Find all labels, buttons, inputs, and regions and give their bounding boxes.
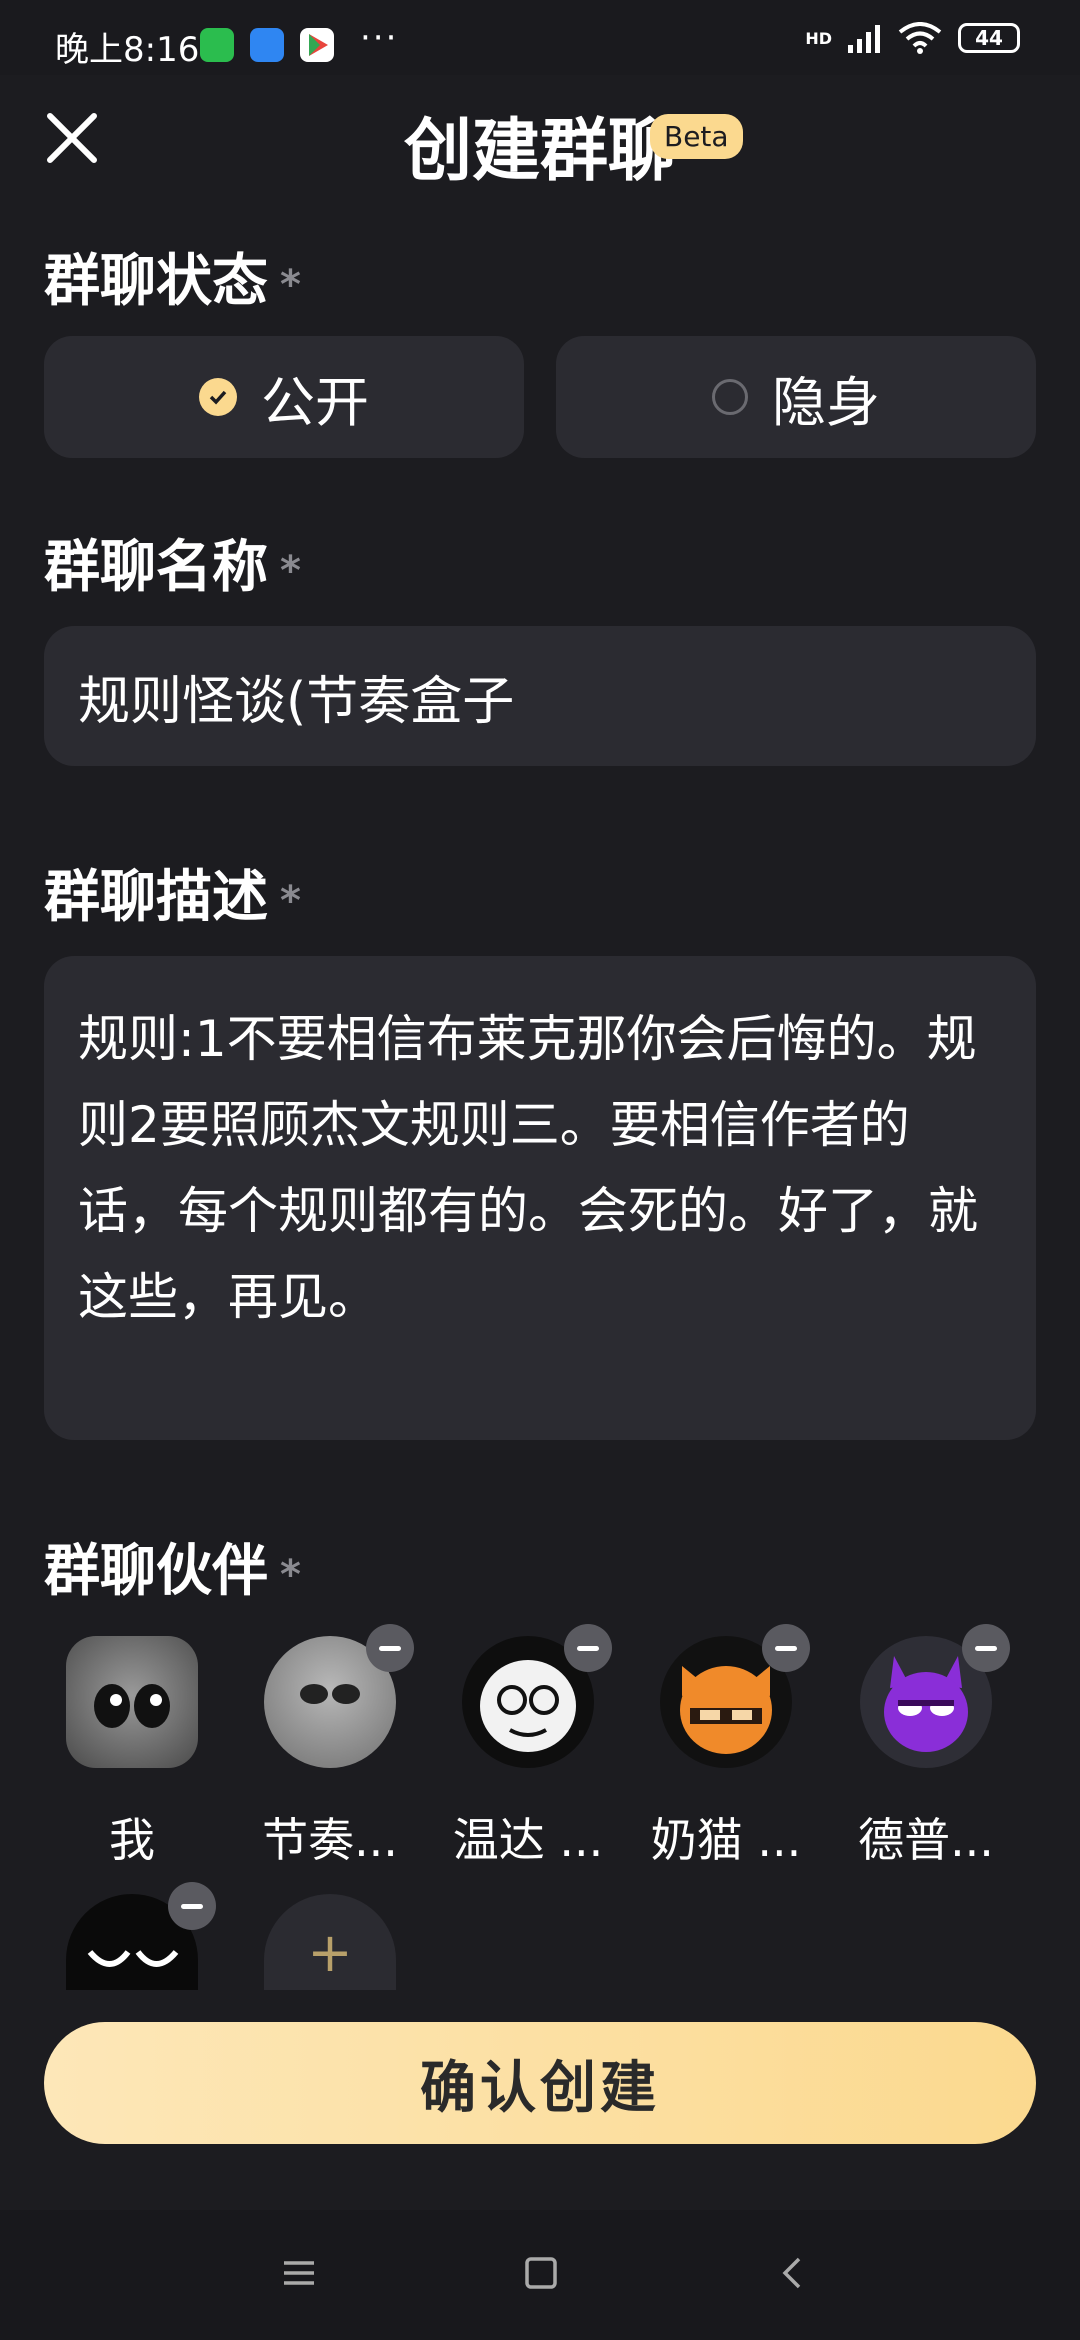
required-mark: *	[280, 877, 301, 924]
partner-item[interactable]: 德普...	[846, 1624, 1010, 1870]
status-option-label: 公开	[261, 370, 369, 434]
group-description-input[interactable]: 规则:1不要相信布莱克那你会后悔的。规则2要照顾杰文规则三。要相信作者的话，每个…	[44, 956, 1036, 1440]
name-section-label: 群聊名称 *	[44, 522, 301, 603]
remove-partner-button[interactable]	[564, 1624, 612, 1672]
partner-item[interactable]	[52, 1882, 216, 1990]
partner-item[interactable]: 温达 ...	[448, 1624, 612, 1870]
play-store-icon	[300, 28, 334, 62]
partner-name: 我	[109, 1813, 155, 1867]
minus-icon	[975, 1645, 997, 1651]
status-indicators: HD 44	[805, 22, 1020, 54]
remove-partner-button[interactable]	[366, 1624, 414, 1672]
add-partner-button[interactable]: +	[264, 1894, 396, 1990]
partner-item[interactable]: 节奏...	[250, 1624, 414, 1870]
app-icon	[250, 28, 284, 62]
required-mark: *	[280, 261, 301, 308]
menu-button[interactable]	[282, 2256, 316, 2294]
remove-partner-button[interactable]	[762, 1624, 810, 1672]
minus-icon	[181, 1903, 203, 1909]
partner-item[interactable]: 我	[52, 1636, 212, 1870]
group-name-input[interactable]: 规则怪谈(节奏盒子	[44, 626, 1036, 766]
partner-name: 节奏...	[262, 1813, 398, 1867]
partners-label-text: 群聊伙伴	[44, 1539, 268, 1604]
status-option-label: 隐身	[772, 370, 880, 434]
avatar	[264, 1624, 414, 1768]
home-icon	[525, 2257, 557, 2289]
required-mark: *	[280, 1551, 301, 1598]
remove-partner-button[interactable]	[168, 1882, 216, 1930]
back-button[interactable]	[776, 2256, 810, 2294]
avatar	[66, 1882, 216, 1990]
status-section-label: 群聊状态 *	[44, 236, 301, 317]
status-option-public[interactable]: 公开	[44, 336, 524, 458]
battery-indicator: 44	[958, 23, 1020, 53]
beta-badge: Beta	[650, 114, 743, 159]
network-type: HD	[805, 28, 832, 48]
avatar	[660, 1624, 810, 1768]
name-label-text: 群聊名称	[44, 535, 268, 600]
home-button[interactable]	[524, 2256, 558, 2294]
desc-label-text: 群聊描述	[44, 865, 268, 930]
plus-icon: +	[307, 1920, 353, 1984]
partner-name: 奶猫 ...	[650, 1813, 802, 1867]
confirm-create-button[interactable]: 确认创建	[44, 2022, 1036, 2144]
avatar	[860, 1624, 1010, 1768]
desc-section-label: 群聊描述 *	[44, 852, 301, 933]
wifi-icon	[898, 22, 942, 54]
minus-icon	[775, 1645, 797, 1651]
status-more: ···	[360, 18, 399, 58]
remove-partner-button[interactable]	[962, 1624, 1010, 1672]
partners-section-label: 群聊伙伴 *	[44, 1526, 301, 1607]
check-icon	[199, 378, 237, 416]
partner-item[interactable]: 奶猫 ...	[646, 1624, 810, 1870]
required-mark: *	[280, 547, 301, 594]
back-icon	[782, 2257, 801, 2289]
status-time: 晚上8:16	[55, 30, 200, 70]
avatar	[462, 1624, 612, 1768]
menu-icon	[284, 2261, 314, 2285]
partner-name: 温达 ...	[452, 1813, 604, 1867]
status-option-invisible[interactable]: 隐身	[556, 336, 1036, 458]
signal-icon	[848, 25, 880, 53]
minus-icon	[379, 1645, 401, 1651]
status-label-text: 群聊状态	[44, 249, 268, 314]
page-title: 创建群聊	[403, 112, 676, 191]
wechat-icon	[200, 28, 234, 62]
partner-name: 德普...	[858, 1813, 994, 1867]
minus-icon	[577, 1645, 599, 1651]
radio-icon	[712, 379, 748, 415]
avatar	[66, 1636, 198, 1768]
